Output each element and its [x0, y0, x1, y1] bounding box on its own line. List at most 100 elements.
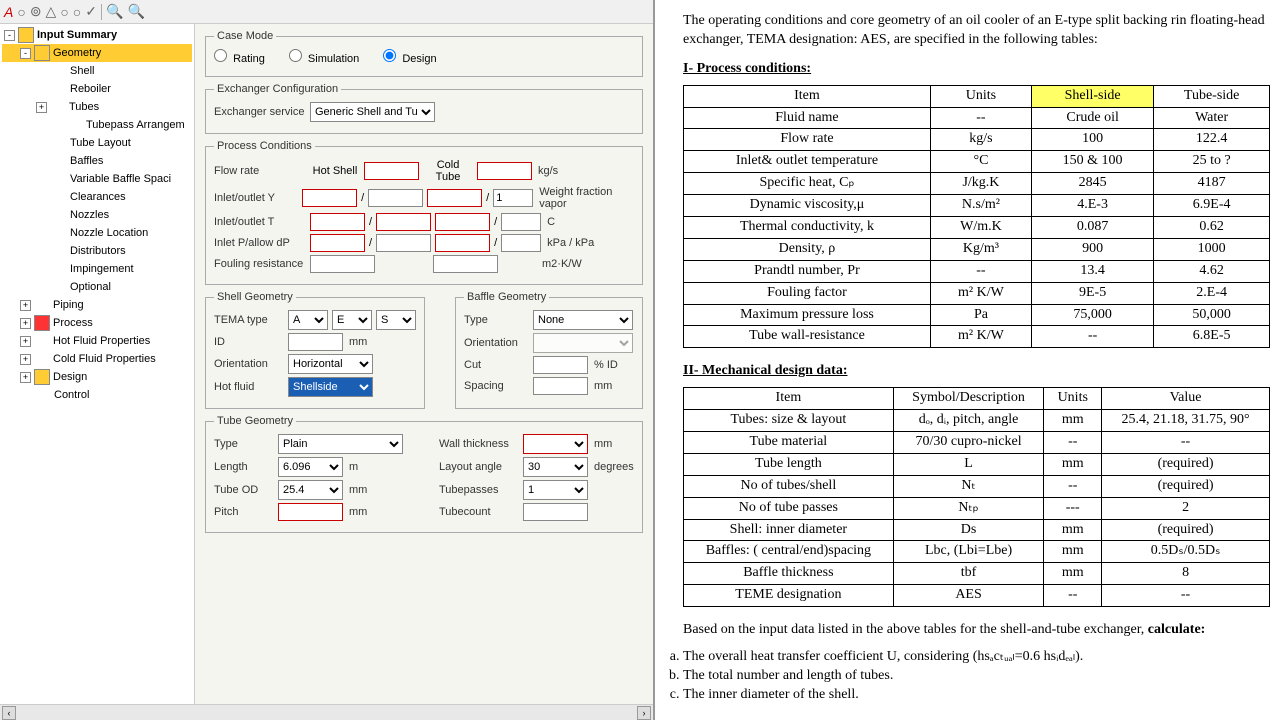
tool-icon[interactable]: ○	[73, 4, 81, 20]
tree-icon	[34, 45, 50, 61]
tube-length-select[interactable]: 6.096	[278, 457, 343, 477]
tree-item[interactable]: + Cold Fluid Properties	[2, 350, 192, 368]
t-hot-out[interactable]	[376, 213, 431, 231]
layout-angle-select[interactable]: 30	[523, 457, 588, 477]
radio-simulation[interactable]: Simulation	[289, 49, 359, 65]
p-cold-in[interactable]	[435, 234, 490, 252]
p-cold-dp[interactable]	[501, 234, 541, 252]
tree-item[interactable]: +Hot Fluid Properties	[2, 332, 192, 350]
t-hot-in[interactable]	[310, 213, 365, 231]
tree-item[interactable]: Distributors	[2, 242, 192, 260]
question-c: The inner diameter of the shell.	[683, 686, 1270, 705]
expand-icon[interactable]: -	[20, 48, 31, 59]
tree-item[interactable]: Shell	[2, 62, 192, 80]
wall-thickness-select[interactable]	[523, 434, 588, 454]
tree-item[interactable]: Tube Layout	[2, 134, 192, 152]
expand-icon[interactable]: +	[20, 372, 31, 383]
tree-item[interactable]: Nozzles	[2, 206, 192, 224]
horizontal-scrollbar[interactable]: ‹ ›	[0, 704, 653, 720]
flow-cold-input[interactable]	[477, 162, 532, 180]
baffle-geometry-group: Baffle Geometry Type None Orientation Cu…	[455, 291, 643, 409]
radio-design[interactable]: Design	[383, 49, 436, 65]
tree-icon	[51, 207, 67, 223]
expand-icon[interactable]: -	[4, 30, 15, 41]
tree-item[interactable]: Baffles	[2, 152, 192, 170]
form-panel: Case Mode Rating Simulation Design Excha…	[195, 24, 653, 704]
tree-item[interactable]: -Input Summary	[2, 26, 192, 44]
tube-type-select[interactable]: Plain	[278, 434, 403, 454]
exchanger-service-select[interactable]: Generic Shell and Tube	[310, 102, 435, 122]
exchanger-service-label: Exchanger service	[214, 106, 306, 118]
tree-item[interactable]: Reboiler	[2, 80, 192, 98]
y-hot-out[interactable]	[368, 189, 423, 207]
tree-item[interactable]: Impingement	[2, 260, 192, 278]
baffle-type-select[interactable]: None	[533, 310, 633, 330]
expand-icon[interactable]: +	[20, 318, 31, 329]
tube-pitch-input[interactable]	[278, 503, 343, 521]
tree-icon	[51, 225, 67, 241]
tema-front-select[interactable]: A	[288, 310, 328, 330]
tree-item[interactable]: Tubepass Arrangem	[2, 116, 192, 134]
shell-geometry-group: Shell Geometry TEMA type A E S ID mm Ori…	[205, 291, 425, 409]
tree-icon	[51, 243, 67, 259]
tube-od-select[interactable]: 25.4	[278, 480, 343, 500]
tree-label: Cold Fluid Properties	[53, 353, 156, 365]
tree-label: Piping	[53, 299, 84, 311]
tree-item[interactable]: Variable Baffle Spaci	[2, 170, 192, 188]
shell-id-input[interactable]	[288, 333, 343, 351]
tree-label: Nozzles	[70, 209, 109, 221]
tree-view[interactable]: -Input Summary-GeometryShellReboiler + Tub…	[0, 24, 195, 704]
orientation-select[interactable]: Horizontal	[288, 354, 373, 374]
tool-icon[interactable]: ✓	[85, 3, 97, 20]
tree-icon	[51, 153, 67, 169]
tree-icon	[51, 63, 67, 79]
tool-icon[interactable]: △	[46, 3, 57, 20]
fouling-cold[interactable]	[433, 255, 498, 273]
tree-item[interactable]: Optional	[2, 278, 192, 296]
fouling-hot[interactable]	[310, 255, 375, 273]
expand-icon[interactable]: +	[20, 336, 31, 347]
scroll-right-icon[interactable]: ›	[637, 706, 651, 720]
tree-label: Tubes	[69, 101, 99, 113]
tree-icon	[34, 315, 50, 331]
y-hot-in[interactable]	[302, 189, 357, 207]
tool-icon[interactable]: ⊚	[30, 3, 42, 20]
tree-item[interactable]: -Geometry	[2, 44, 192, 62]
zoom-in-icon[interactable]: 🔍	[106, 3, 123, 20]
tubepasses-select[interactable]: 1	[523, 480, 588, 500]
tema-rear-select[interactable]: S	[376, 310, 416, 330]
tema-shell-select[interactable]: E	[332, 310, 372, 330]
tree-label: Variable Baffle Spaci	[70, 173, 171, 185]
process-conditions-group: Process Conditions Flow rate Hot Shell C…	[205, 140, 643, 285]
scroll-left-icon[interactable]: ‹	[2, 706, 16, 720]
tubecount-input[interactable]	[523, 503, 588, 521]
hot-fluid-select[interactable]: Shellside	[288, 377, 373, 397]
tree-label: Design	[53, 371, 87, 383]
p-hot-in[interactable]	[310, 234, 365, 252]
tree-item[interactable]: + Design	[2, 368, 192, 386]
tool-icon[interactable]: ○	[60, 4, 68, 20]
tree-item[interactable]: Control	[2, 386, 192, 404]
expand-icon[interactable]: +	[20, 354, 31, 365]
t-cold-out[interactable]	[501, 213, 541, 231]
t-cold-in[interactable]	[435, 213, 490, 231]
tool-icon[interactable]: A	[4, 4, 13, 20]
tree-item[interactable]: Clearances	[2, 188, 192, 206]
tree-item[interactable]: + Piping	[2, 296, 192, 314]
document-pane: The operating conditions and core geomet…	[655, 0, 1280, 720]
tree-label: Control	[54, 389, 89, 401]
y-cold-out[interactable]	[493, 189, 533, 207]
flow-hot-input[interactable]	[364, 162, 419, 180]
tree-item[interactable]: +Process	[2, 314, 192, 332]
tool-icon[interactable]: ○	[17, 4, 25, 20]
p-hot-dp[interactable]	[376, 234, 431, 252]
question-a: The overall heat transfer coefficient U,…	[683, 648, 1270, 667]
expand-icon[interactable]: +	[20, 300, 31, 311]
tree-item[interactable]: + Tubes	[2, 98, 192, 116]
question-b: The total number and length of tubes.	[683, 667, 1270, 686]
expand-icon[interactable]: +	[36, 102, 47, 113]
y-cold-in[interactable]	[427, 189, 482, 207]
radio-rating[interactable]: Rating	[214, 49, 265, 65]
zoom-out-icon[interactable]: 🔍	[127, 3, 144, 20]
tree-item[interactable]: Nozzle Location	[2, 224, 192, 242]
